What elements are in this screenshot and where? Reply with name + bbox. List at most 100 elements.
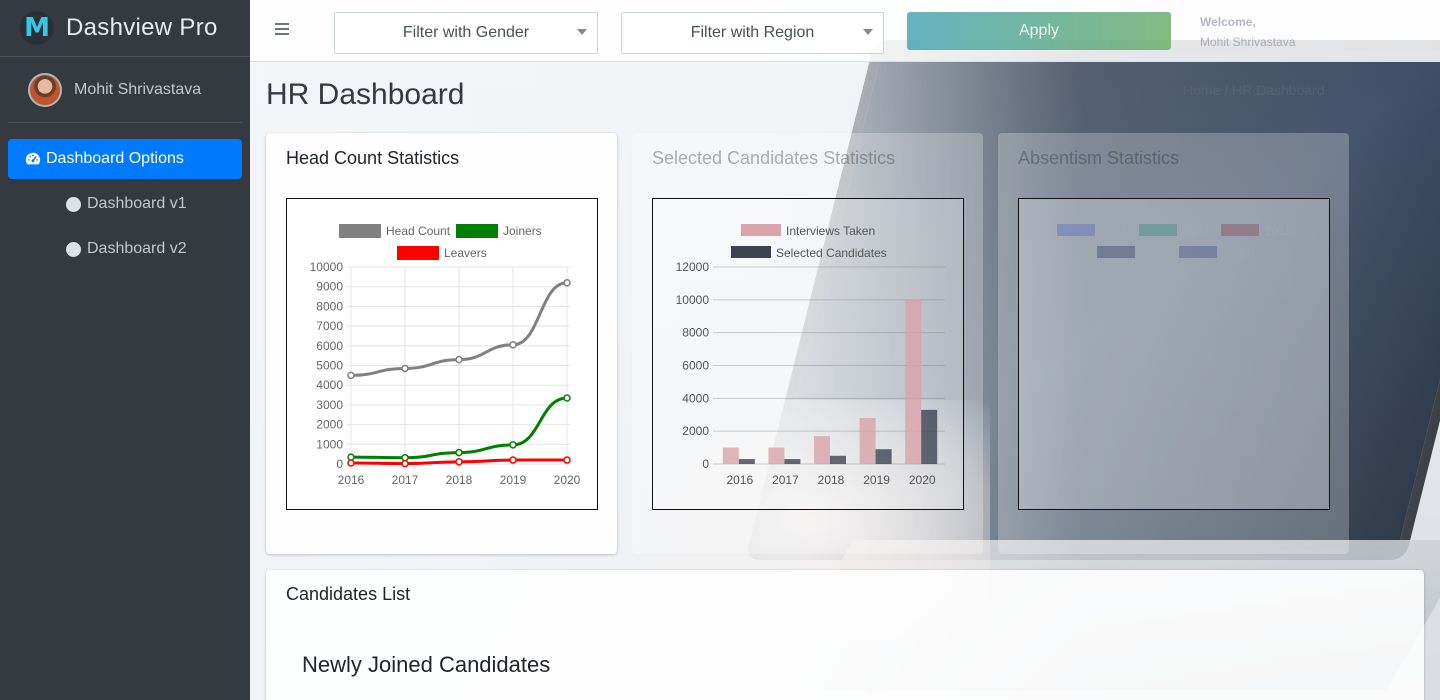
newly-joined-heading: Newly Joined Candidates	[302, 652, 551, 677]
legend-label: Head Count	[386, 224, 451, 238]
tachometer-icon	[25, 152, 41, 165]
data-point	[401, 459, 409, 468]
x-tick-label: 2020	[554, 473, 581, 487]
bar	[738, 459, 755, 464]
y-tick-label: 6000	[682, 359, 709, 373]
page-title: HR Dashboard	[266, 78, 465, 111]
chevron-down-icon	[577, 29, 587, 35]
region-filter-select[interactable]: Filter with Region	[621, 12, 884, 54]
region-filter-value: Filter with Region	[690, 24, 815, 41]
sidebar: M Dashview Pro Mohit Shrivastava Dashboa…	[0, 0, 250, 700]
absentism-chart: 2016 2017 2018 2019 2020	[1018, 198, 1330, 510]
x-tick-label: 2018	[446, 473, 473, 487]
legend-label: 2016	[1101, 224, 1128, 238]
bar	[905, 299, 922, 464]
data-point	[509, 441, 517, 449]
data-point	[563, 279, 571, 287]
legend-label: 2020	[1223, 246, 1250, 260]
gender-filter-value: Filter with Gender	[402, 24, 530, 41]
x-tick-label: 2020	[909, 473, 936, 487]
legend-swatch	[456, 224, 498, 238]
sidebar-item-label: Dashboard Options	[46, 150, 184, 167]
sidebar-item-dashboard-options[interactable]: Dashboard Options	[8, 139, 242, 179]
circle-icon	[66, 196, 81, 212]
legend-label: 2017	[1183, 224, 1210, 238]
legend-swatch	[1221, 224, 1259, 236]
y-tick-label: 12000	[676, 260, 710, 274]
card-title: Absentism Statistics	[1018, 148, 1180, 168]
legend-swatch	[1139, 224, 1177, 236]
main-content: HR Dashboard Home / HR Dashboard Head Co…	[250, 62, 1440, 700]
data-point	[455, 355, 463, 364]
bar	[875, 449, 892, 464]
headcount-card: Head Count Statistics 0 1000 2000 3000 4000 5…	[266, 133, 617, 554]
welcome-text: Welcome, Mohit Shrivastava	[1200, 12, 1295, 52]
y-tick-label: 3000	[316, 398, 343, 412]
legend-swatch	[1057, 224, 1095, 236]
legend-swatch	[741, 224, 781, 236]
card-title: Candidates List	[286, 584, 411, 604]
y-tick-label: 0	[336, 457, 343, 471]
x-tick-label: 2017	[392, 473, 419, 487]
headcount-line-chart: 0 1000 2000 3000 4000 5000 6000 7000 8000 9000 100…	[310, 224, 581, 487]
data-point	[563, 456, 571, 464]
card-title: Selected Candidates Statistics	[652, 148, 896, 168]
sidebar-nav: Dashboard Options Dashboard v1 Dashboard…	[0, 123, 250, 290]
data-point	[563, 394, 571, 402]
bar	[784, 459, 801, 464]
legend-swatch	[339, 224, 381, 238]
x-tick-label: 2019	[500, 473, 527, 487]
avatar	[28, 72, 62, 107]
y-tick-label: 4000	[316, 378, 343, 392]
data-point	[401, 364, 409, 373]
bar	[722, 447, 739, 464]
headcount-chart: 0 1000 2000 3000 4000 5000 6000 7000 8000 9000 100…	[286, 198, 598, 510]
y-tick-label: 8000	[682, 326, 709, 340]
user-name: Mohit Shrivastava	[74, 80, 202, 98]
data-point	[509, 456, 517, 464]
x-tick-label: 2019	[863, 473, 890, 487]
y-tick-label: 9000	[316, 280, 343, 294]
y-tick-label: 10000	[310, 260, 344, 274]
y-tick-label: 7000	[316, 319, 343, 333]
legend-swatch	[1097, 246, 1135, 258]
sidebar-item-dashboard-v2[interactable]: Dashboard v2	[8, 229, 242, 269]
y-tick-label: 1000	[316, 437, 343, 451]
sidebar-item-label: Dashboard v2	[87, 240, 187, 257]
sidebar-item-dashboard-v1[interactable]: Dashboard v1	[8, 184, 242, 224]
card-title: Head Count Statistics	[286, 148, 460, 168]
y-tick-label: 5000	[316, 359, 343, 373]
x-tick-label: 2016	[338, 473, 365, 487]
legend-label: Leavers	[444, 246, 487, 260]
data-point	[347, 459, 355, 467]
apply-button[interactable]: Apply	[907, 12, 1171, 50]
legend-swatch	[731, 246, 771, 258]
y-tick-label: 4000	[682, 391, 709, 405]
bar	[859, 418, 876, 464]
welcome-user: Mohit Shrivastava	[1200, 35, 1296, 49]
y-tick-label: 6000	[316, 339, 343, 353]
brand-link[interactable]: M Dashview Pro	[0, 0, 250, 57]
brand-logo-icon: M	[20, 11, 54, 45]
welcome-label: Welcome,	[1200, 15, 1256, 29]
candidates-list-card: Candidates List Newly Joined Candidates	[266, 570, 1424, 700]
selected-candidates-chart: 0 2000 4000 6000 8000 10000 12000 2016 2017 2018 2…	[652, 198, 964, 510]
bar	[768, 447, 785, 464]
legend-label: 2019	[1141, 246, 1168, 260]
gender-filter-select[interactable]: Filter with Gender	[334, 12, 598, 54]
legend-label: 2018	[1265, 224, 1292, 238]
breadcrumb[interactable]: Home / HR Dashboard	[1183, 82, 1325, 98]
y-tick-label: 0	[702, 457, 709, 471]
legend-swatch	[1179, 246, 1217, 258]
legend-label: Selected Candidates	[776, 246, 887, 260]
x-tick-label: 2016	[726, 473, 753, 487]
legend-label: Joiners	[503, 224, 542, 238]
y-tick-label: 8000	[316, 299, 343, 313]
y-tick-label: 2000	[316, 418, 343, 432]
bar	[814, 436, 830, 464]
sidebar-item-label: Dashboard v1	[87, 195, 187, 212]
legend-label: Interviews Taken	[786, 224, 875, 238]
user-panel[interactable]: Mohit Shrivastava	[8, 57, 242, 123]
data-point	[455, 448, 463, 457]
menu-toggle-icon[interactable]	[275, 23, 289, 35]
